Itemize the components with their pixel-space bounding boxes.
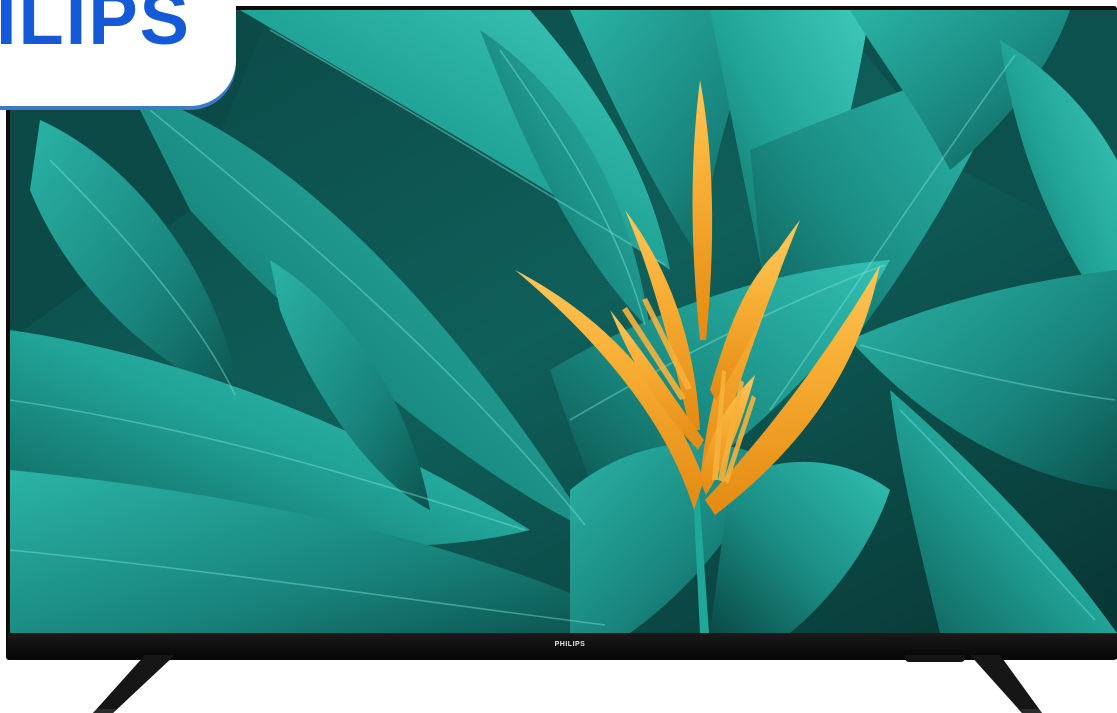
left-stand	[93, 655, 175, 713]
brand-badge: ILIPS	[0, 0, 236, 106]
product-image: PHILIPS ILIPS	[0, 0, 1117, 713]
right-stand	[970, 655, 1042, 713]
brand-logo-text: ILIPS	[0, 0, 192, 60]
ir-sensor	[905, 655, 965, 662]
bezel-brand-logo: PHILIPS	[554, 641, 586, 648]
